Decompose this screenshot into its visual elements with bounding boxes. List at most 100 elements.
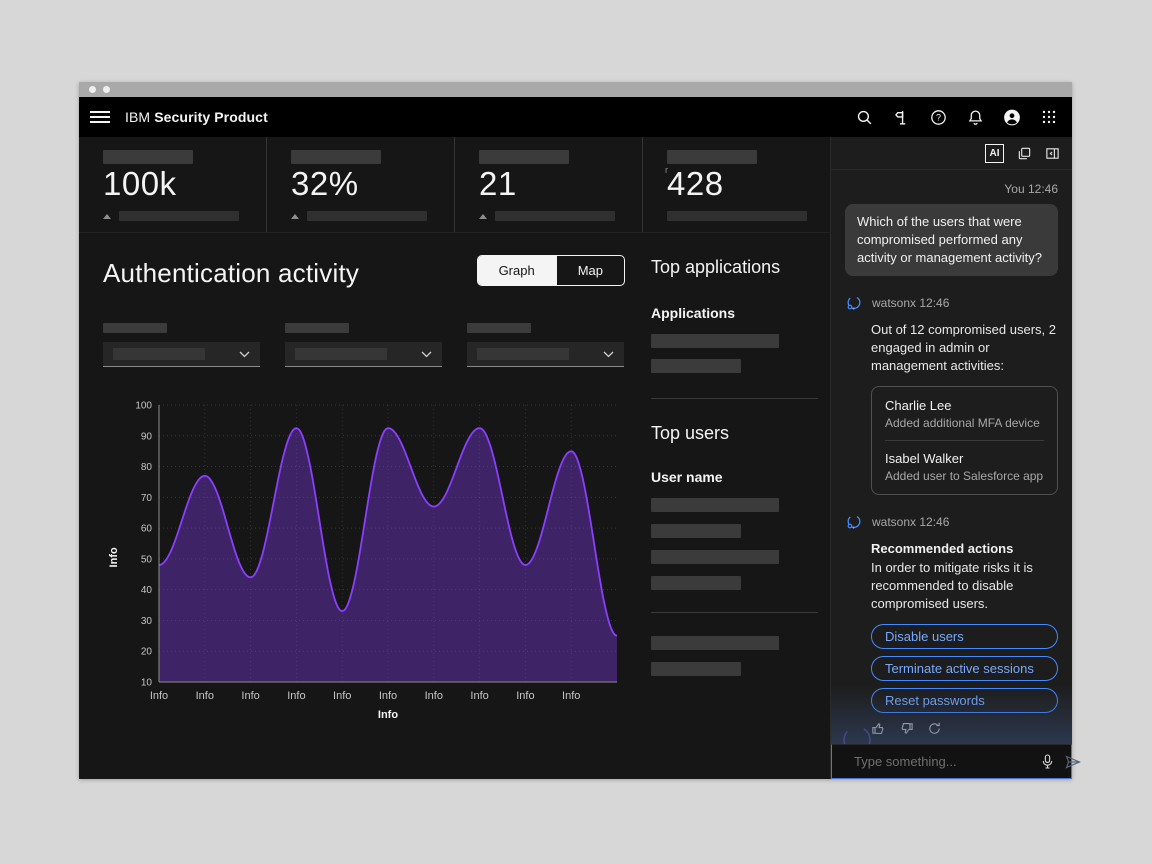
chat-message-user: You 12:46 Which of the users that were c… xyxy=(845,182,1058,276)
action-button[interactable]: Reset passwords xyxy=(871,688,1058,713)
svg-text:Info: Info xyxy=(150,690,168,702)
action-button[interactable]: Terminate active sessions xyxy=(871,656,1058,681)
trend-up-icon xyxy=(479,214,487,219)
kpi-value: 32% xyxy=(291,166,434,202)
menu-icon[interactable] xyxy=(90,107,110,127)
dropdown-value-skeleton xyxy=(113,348,205,360)
thumbs-down-icon[interactable] xyxy=(899,721,914,736)
microphone-icon[interactable] xyxy=(1041,754,1054,769)
kpi-trend-skeleton xyxy=(495,211,615,221)
toggle-graph[interactable]: Graph xyxy=(478,256,556,285)
svg-text:30: 30 xyxy=(141,616,153,627)
assistant-message-text: In order to mitigate risks it is recomme… xyxy=(871,559,1058,614)
account-icon[interactable] xyxy=(1003,108,1021,126)
svg-text:Info: Info xyxy=(241,690,259,702)
search-icon[interactable] xyxy=(855,108,873,126)
kpi-title-skeleton xyxy=(103,150,193,164)
svg-text:Info: Info xyxy=(562,690,580,702)
action-button[interactable]: Disable users xyxy=(871,624,1058,649)
kpi-title-skeleton xyxy=(291,150,381,164)
assistant-message-title: Recommended actions xyxy=(871,540,1058,558)
dropdown-value-skeleton xyxy=(477,348,569,360)
help-icon[interactable]: ? xyxy=(929,108,947,126)
user-row-skeleton xyxy=(651,636,779,650)
chat-message-assistant: watsonx 12:46 Out of 12 compromised user… xyxy=(845,294,1058,496)
app-switcher-icon[interactable] xyxy=(1040,108,1058,126)
dropdown-value-skeleton xyxy=(295,348,387,360)
kpi-title-skeleton xyxy=(479,150,569,164)
filter-label-skeleton xyxy=(467,323,531,333)
kpi-row: 100k 32% 21 r 428 xyxy=(79,137,830,233)
brand-prefix: IBM xyxy=(125,109,150,125)
message-meta: watsonx 12:46 xyxy=(872,296,949,310)
app-window: IBM Security Product ? xyxy=(79,82,1072,779)
svg-text:60: 60 xyxy=(141,524,153,535)
kpi-trend-skeleton xyxy=(667,211,807,221)
dropdown-field[interactable] xyxy=(467,342,624,367)
user-row-skeleton xyxy=(651,498,779,512)
message-meta: watsonx 12:46 xyxy=(872,515,949,529)
dropdown-field[interactable] xyxy=(285,342,442,367)
watsonx-avatar-icon xyxy=(845,513,863,531)
chat-message-assistant: watsonx 12:46 Recommended actions In ord… xyxy=(845,513,1058,736)
kpi-card: r 428 xyxy=(642,137,830,232)
column-label-applications: Applications xyxy=(651,305,818,321)
thumbs-up-icon[interactable] xyxy=(871,721,886,736)
svg-text:70: 70 xyxy=(141,493,153,504)
svg-text:100: 100 xyxy=(135,401,152,412)
window-dot[interactable] xyxy=(89,86,96,93)
divider xyxy=(651,612,818,613)
watsonx-avatar-icon xyxy=(845,294,863,312)
user-row-skeleton xyxy=(651,576,741,590)
svg-text:Info: Info xyxy=(378,709,398,721)
svg-text:Info: Info xyxy=(516,690,534,702)
kpi-title-skeleton xyxy=(667,150,757,164)
svg-text:Info: Info xyxy=(287,690,305,702)
auth-activity-chart: 102030405060708090100InfoInfoInfoInfoInf… xyxy=(103,393,625,733)
filter-label-skeleton xyxy=(103,323,167,333)
kpi-trend-skeleton xyxy=(119,211,239,221)
chat-text-input[interactable] xyxy=(854,754,1030,769)
recommended-actions: Disable users Terminate active sessions Re… xyxy=(871,624,1058,713)
chevron-down-icon xyxy=(239,351,250,358)
regenerate-icon[interactable] xyxy=(927,721,942,736)
toggle-map[interactable]: Map xyxy=(556,256,624,285)
filter-label-skeleton xyxy=(285,323,349,333)
dashboard-main: 100k 32% 21 r 428 xyxy=(79,137,830,779)
svg-text:Info: Info xyxy=(379,690,397,702)
message-meta: You 12:46 xyxy=(845,182,1058,196)
user-row-skeleton xyxy=(651,662,741,676)
svg-text:Info: Info xyxy=(470,690,488,702)
chevron-down-icon xyxy=(603,351,614,358)
signpost-icon[interactable] xyxy=(892,108,910,126)
svg-text:50: 50 xyxy=(141,554,153,565)
app-row-skeleton xyxy=(651,359,741,373)
app-row-skeleton xyxy=(651,334,779,348)
right-panel-icon[interactable] xyxy=(1045,146,1060,161)
send-icon[interactable] xyxy=(1065,755,1081,769)
graph-map-toggle: Graph Map xyxy=(477,255,625,286)
user-activity: Added user to Salesforce app xyxy=(885,469,1044,483)
trend-up-icon xyxy=(291,214,299,219)
svg-text:Info: Info xyxy=(196,690,214,702)
window-dot[interactable] xyxy=(103,86,110,93)
svg-text:Info: Info xyxy=(108,547,120,567)
user-row-skeleton xyxy=(651,524,741,538)
filter-dropdown xyxy=(103,323,260,367)
svg-text:?: ? xyxy=(935,112,940,122)
pop-out-icon[interactable] xyxy=(1017,146,1032,161)
kpi-card: 100k xyxy=(79,137,266,232)
notifications-icon[interactable] xyxy=(966,108,984,126)
app-title: IBM Security Product xyxy=(125,109,268,125)
ai-label-icon[interactable]: AI xyxy=(985,144,1004,163)
kpi-card: 21 xyxy=(454,137,642,232)
dropdown-field[interactable] xyxy=(103,342,260,367)
app-header: IBM Security Product ? xyxy=(79,97,1072,137)
svg-text:20: 20 xyxy=(141,647,153,658)
svg-text:40: 40 xyxy=(141,585,153,596)
chat-input-bar xyxy=(831,744,1072,779)
brand-name: Security Product xyxy=(154,109,268,125)
assistant-panel-header: AI xyxy=(831,137,1072,170)
svg-text:80: 80 xyxy=(141,462,153,473)
chevron-down-icon xyxy=(421,351,432,358)
